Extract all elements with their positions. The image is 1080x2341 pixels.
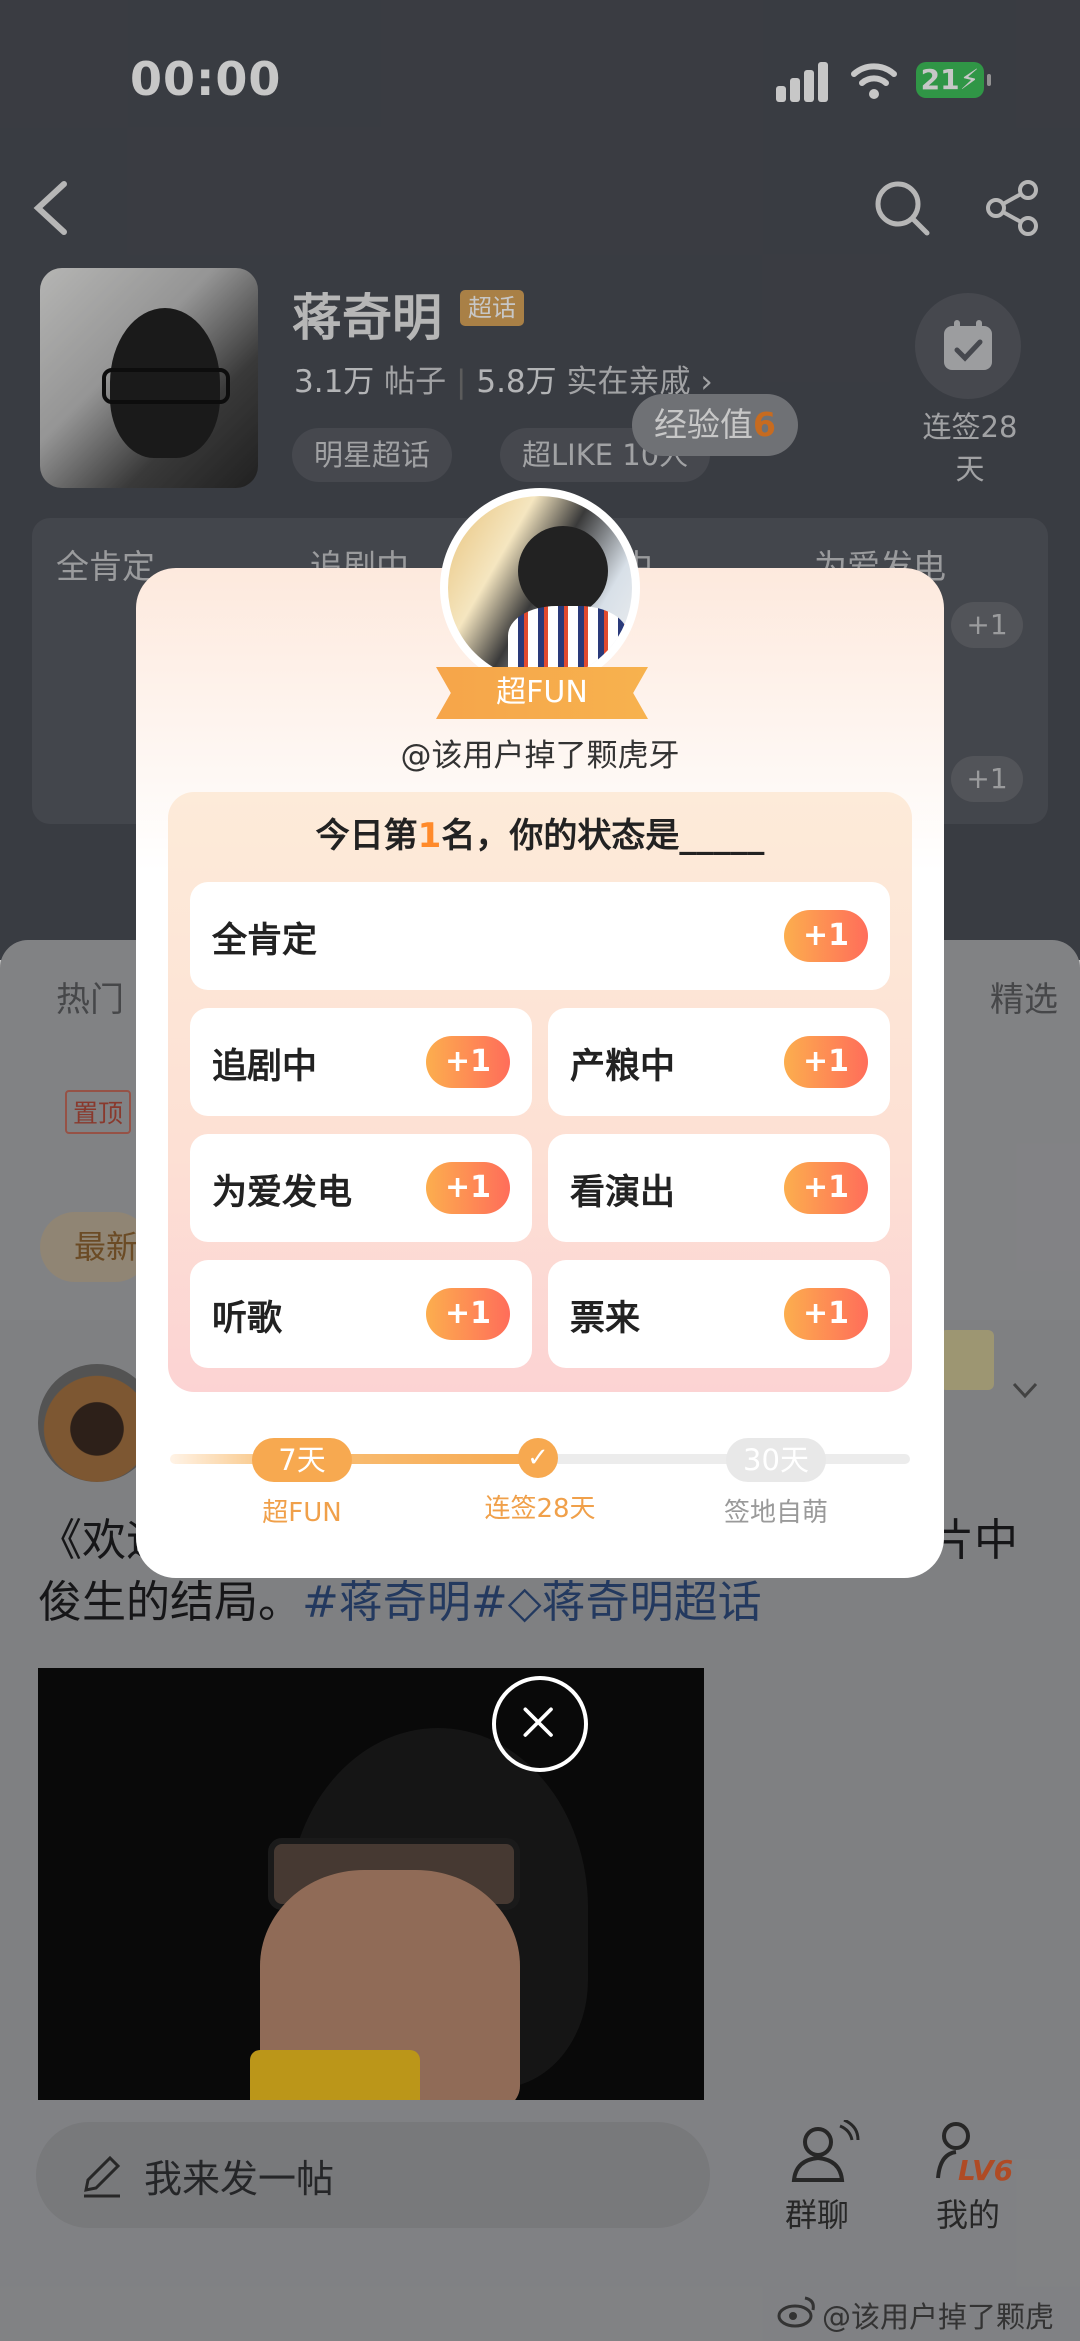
mood-option[interactable]: 为爱发电 +1: [190, 1134, 532, 1242]
checkmark-icon: ✓: [518, 1438, 558, 1478]
mood-question: 今日第1名，你的状态是_____: [315, 816, 765, 856]
plus-one-button[interactable]: +1: [426, 1036, 510, 1088]
user-avatar: [440, 488, 640, 688]
plus-one-button[interactable]: +1: [784, 1036, 868, 1088]
mood-option[interactable]: 听歌 +1: [190, 1260, 532, 1368]
mood-option-label: 全肯定: [212, 921, 318, 961]
mood-option-label: 追剧中: [212, 1047, 318, 1087]
fan-level-ribbon: 超FUN: [436, 667, 648, 719]
current-streak-label: 连签28天: [484, 1494, 596, 1524]
mood-option[interactable]: 票来 +1: [548, 1260, 890, 1368]
watermark-text: @该用户掉了颗虎牙: [822, 2300, 1055, 2334]
plus-one-button[interactable]: +1: [784, 1162, 868, 1214]
plus-one-button[interactable]: +1: [784, 910, 868, 962]
milestone-7-label: 超FUN: [262, 1498, 342, 1528]
mood-option-label: 产粮中: [570, 1047, 676, 1087]
weibo-logo-icon: [777, 2296, 815, 2328]
mood-option[interactable]: 全肯定 +1: [190, 882, 890, 990]
mood-option[interactable]: 看演出 +1: [548, 1134, 890, 1242]
plus-one-button[interactable]: +1: [426, 1162, 510, 1214]
mood-option-label: 听歌: [212, 1299, 283, 1339]
milestone-30-badge: 30天: [726, 1438, 826, 1482]
close-icon[interactable]: [492, 1676, 588, 1772]
mood-option-label: 为爱发电: [212, 1173, 353, 1213]
milestone-7-badge: 7天: [252, 1438, 352, 1482]
mood-option[interactable]: 追剧中 +1: [190, 1008, 532, 1116]
user-handle: @该用户掉了颗虎牙: [400, 738, 680, 774]
plus-one-button[interactable]: +1: [426, 1288, 510, 1340]
mood-option-label: 票来: [570, 1299, 641, 1339]
mood-option[interactable]: 产粮中 +1: [548, 1008, 890, 1116]
plus-one-button[interactable]: +1: [784, 1288, 868, 1340]
milestone-30-label: 签地自萌: [723, 1498, 828, 1528]
mood-option-label: 看演出: [570, 1173, 676, 1213]
